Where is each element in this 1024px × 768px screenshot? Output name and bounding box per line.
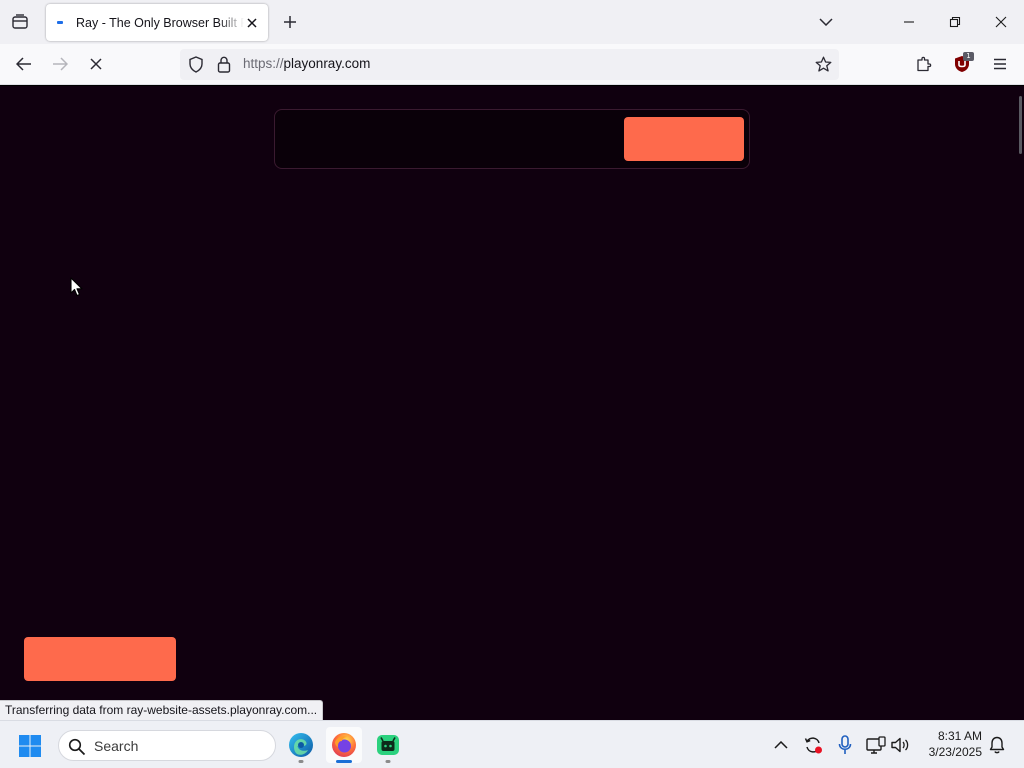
close-icon — [90, 58, 102, 70]
puzzle-icon — [917, 56, 932, 72]
close-icon — [247, 18, 257, 28]
url-scheme: https:// — [243, 56, 284, 71]
microphone-icon — [838, 735, 852, 754]
shield-icon — [189, 56, 203, 73]
restore-icon — [949, 16, 961, 28]
taskbar-app-edge[interactable] — [283, 727, 319, 763]
show-hidden-icons-button[interactable] — [770, 734, 792, 756]
network-tray-button[interactable] — [865, 734, 887, 756]
tab-list-icon — [12, 14, 28, 29]
bottom-cta-button[interactable] — [24, 637, 176, 681]
url-host: playonray.com — [283, 56, 371, 71]
speaker-icon — [891, 737, 909, 753]
chevron-down-icon — [819, 18, 833, 26]
minimize-window-button[interactable] — [886, 0, 932, 44]
web-page-content — [0, 86, 1024, 720]
lock-icon — [217, 56, 231, 73]
tracking-protection-button[interactable] — [188, 56, 204, 73]
active-window-indicator — [336, 760, 352, 763]
site-information-button[interactable] — [217, 56, 231, 73]
hero-card — [274, 109, 750, 169]
hamburger-menu-icon — [994, 58, 1006, 70]
new-tab-button[interactable] — [278, 9, 302, 35]
star-icon — [815, 56, 831, 72]
android-app-icon — [377, 735, 399, 755]
windows-logo-icon — [19, 735, 41, 757]
bell-icon — [989, 736, 1005, 754]
sync-status-icon-button[interactable] — [802, 734, 824, 756]
close-window-button[interactable] — [978, 0, 1024, 44]
stop-loading-button[interactable] — [82, 50, 110, 78]
close-icon — [995, 16, 1007, 28]
clock-time: 8:31 AM — [937, 729, 982, 743]
system-clock[interactable]: 8:31 AM 3/23/2025 — [920, 728, 982, 760]
url-bar[interactable]: https://playonray.com — [180, 49, 839, 80]
status-panel: Transferring data from ray-website-asset… — [0, 700, 324, 720]
firefox-icon — [332, 733, 356, 757]
search-icon — [68, 738, 86, 756]
tab-title: Ray - The Only Browser Built For Gamers — [76, 15, 244, 30]
ray-favicon-icon — [55, 18, 65, 28]
list-all-tabs-button[interactable] — [812, 9, 840, 35]
page-scrollbar[interactable] — [1016, 86, 1024, 720]
running-indicator — [385, 760, 391, 763]
arrow-right-icon — [53, 57, 68, 71]
volume-tray-button[interactable] — [889, 734, 911, 756]
arrow-left-icon — [16, 57, 31, 71]
sync-icon — [804, 737, 822, 754]
tab-ray[interactable]: Ray - The Only Browser Built For Gamers — [46, 4, 268, 41]
minimize-icon — [904, 21, 914, 23]
taskbar-search-box[interactable]: Search — [58, 730, 276, 761]
restore-window-button[interactable] — [932, 0, 978, 44]
network-icon — [866, 736, 886, 754]
close-tab-button[interactable] — [242, 13, 262, 33]
hero-cta-button[interactable] — [624, 117, 744, 161]
edge-icon — [289, 733, 313, 757]
extension-badge: 1 — [963, 52, 974, 61]
taskbar-app-android[interactable] — [370, 727, 406, 763]
clock-date: 3/23/2025 — [928, 745, 982, 759]
navigation-toolbar: https://playonray.com — [0, 44, 1024, 85]
start-button[interactable] — [16, 733, 44, 759]
chevron-up-icon — [774, 741, 788, 749]
taskbar-app-firefox[interactable] — [326, 727, 362, 763]
mouse-cursor-icon — [70, 277, 83, 297]
back-button[interactable] — [10, 50, 38, 78]
taskbar: Search 8:31 AM 3/23/2025 — [0, 720, 1024, 768]
tab-strip: Ray - The Only Browser Built For Gamers — [0, 0, 1024, 44]
tab-list-button[interactable] — [6, 8, 34, 36]
search-placeholder: Search — [94, 738, 139, 754]
url-text[interactable]: https://playonray.com — [243, 56, 370, 71]
scrollbar-thumb[interactable] — [1019, 96, 1022, 154]
extensions-button[interactable] — [910, 50, 938, 78]
app-menu-button[interactable] — [986, 50, 1014, 78]
forward-button[interactable] — [46, 50, 74, 78]
microphone-tray-button[interactable] — [834, 734, 856, 756]
bookmark-button[interactable] — [813, 54, 833, 74]
running-indicator — [298, 760, 304, 763]
notifications-button[interactable] — [986, 734, 1008, 756]
plus-icon — [284, 16, 296, 28]
